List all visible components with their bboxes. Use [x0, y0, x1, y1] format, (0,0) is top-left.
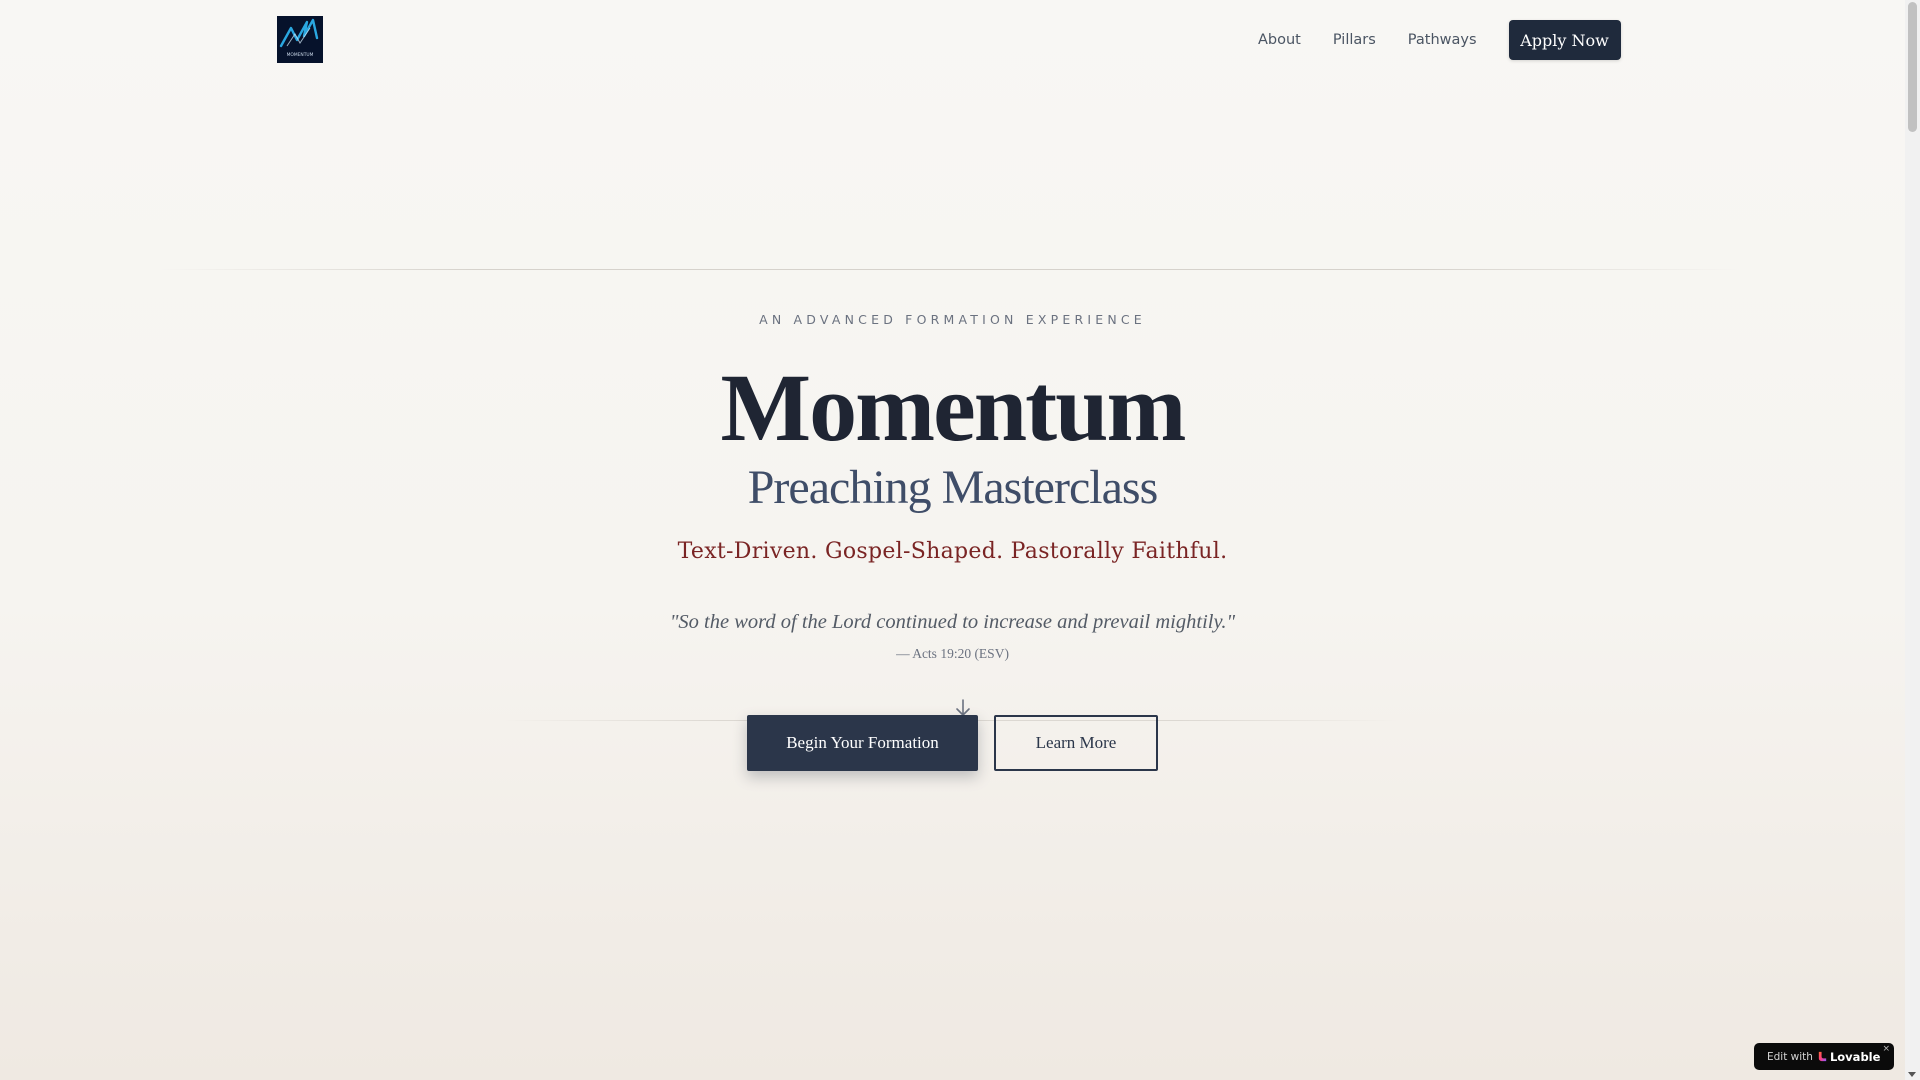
lovable-heart-icon	[1818, 1051, 1827, 1062]
site-header: MOMENTUM About Pillars Pathways Apply No…	[0, 0, 1905, 80]
hero-divider-top	[160, 269, 1740, 270]
logo-wordmark: MOMENTUM	[287, 52, 314, 58]
hero-citation: — Acts 19:20 (ESV)	[896, 646, 1009, 661]
learn-more-button[interactable]: Learn More	[994, 715, 1158, 771]
lovable-brand-label: Lovable	[1829, 1049, 1881, 1064]
badge-close-icon[interactable]: ×	[1882, 1044, 1890, 1054]
page-scrollbar[interactable]	[1905, 0, 1920, 1080]
edit-with-lovable-badge[interactable]: Edit with Lovable ×	[1754, 1043, 1894, 1070]
nav-link-about[interactable]: About	[1258, 32, 1301, 48]
scrollbar-thumb[interactable]	[1908, 2, 1917, 132]
scroll-down-arrow-icon[interactable]	[1908, 1072, 1916, 1077]
hero-quote: "So the word of the Lord continued to in…	[669, 611, 1236, 633]
edit-with-label: Edit with	[1767, 1050, 1813, 1063]
main-nav: About Pillars Pathways Apply Now	[1258, 20, 1621, 60]
hero-subtitle: Preaching Masterclass	[747, 461, 1159, 514]
momentum-logo-icon[interactable]: MOMENTUM	[277, 16, 323, 63]
hero-tagline: Text-Driven. Gospel-Shaped. Pastorally F…	[677, 539, 1228, 564]
hero-title: Momentum	[720, 354, 1187, 461]
hero-cta-row: Begin Your Formation Learn More	[747, 715, 1158, 771]
hero-eyebrow: AN ADVANCED FORMATION EXPERIENCE	[759, 312, 1146, 327]
apply-now-button[interactable]: Apply Now	[1508, 20, 1621, 60]
nav-link-pillars[interactable]: Pillars	[1333, 32, 1376, 48]
begin-formation-button[interactable]: Begin Your Formation	[747, 715, 978, 771]
nav-link-pathways[interactable]: Pathways	[1408, 32, 1477, 48]
